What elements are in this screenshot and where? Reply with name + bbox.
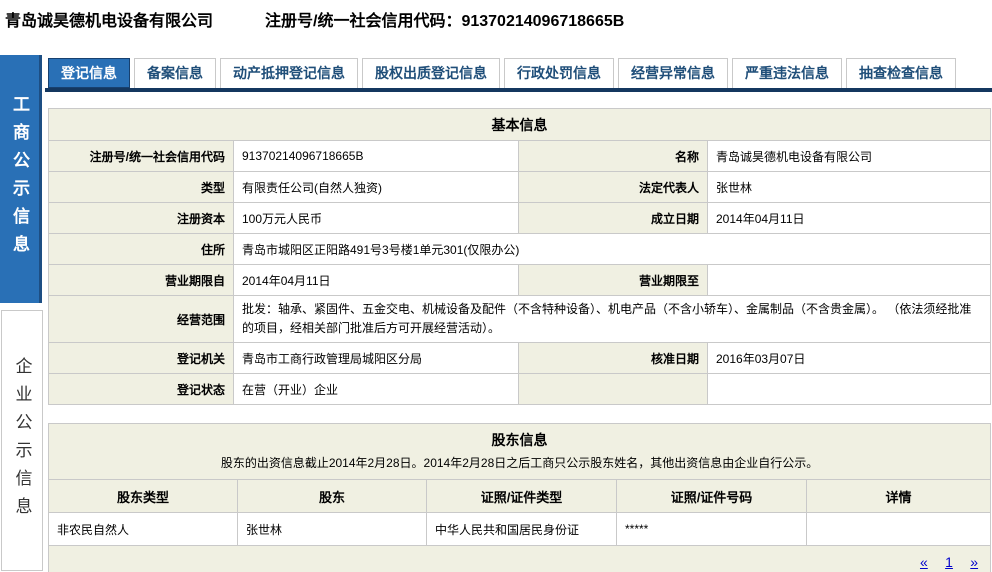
name-label: 名称 — [519, 141, 708, 172]
term-from-value: 2014年04月11日 — [234, 265, 519, 296]
type-value: 有限责任公司(自然人独资) — [234, 172, 519, 203]
shareholder-type-value: 非农民自然人 — [49, 513, 238, 546]
table-row: 非农民自然人 张世林 中华人民共和国居民身份证 ***** — [49, 513, 991, 546]
prev-page-link[interactable]: « — [920, 554, 928, 570]
address-value: 青岛市城阳区正阳路491号3号楼1单元301(仅限办公) — [234, 234, 991, 265]
legal-rep-label: 法定代表人 — [519, 172, 708, 203]
table-row: 经营范围 批发：轴承、紧固件、五金交电、机械设备及配件（不含特种设备）、机电产品… — [49, 296, 991, 343]
term-to-value — [708, 265, 991, 296]
status-value: 在营（开业）企业 — [234, 374, 519, 405]
pagination: « 1 » — [61, 554, 978, 570]
tab-underline — [45, 88, 992, 92]
shareholder-name-value: 张世林 — [238, 513, 427, 546]
approval-date-value: 2016年03月07日 — [708, 343, 991, 374]
sidebar: 工商公示信息 企业公示信息 — [0, 55, 42, 572]
next-page-link[interactable]: » — [970, 554, 978, 570]
table-row: 股东信息 股东的出资信息截止2014年2月28日。2014年2月28日之后工商只… — [49, 424, 991, 480]
tab-serious-violation-info[interactable]: 严重违法信息 — [732, 58, 842, 88]
registration-code: 注册号/统一社会信用代码：91370214096718665B — [265, 7, 624, 31]
shareholder-header: 股东信息 股东的出资信息截止2014年2月28日。2014年2月28日之后工商只… — [49, 424, 991, 480]
main-content: 登记信息 备案信息 动产抵押登记信息 股权出质登记信息 行政处罚信息 经营异常信… — [45, 58, 992, 572]
status-label: 登记状态 — [49, 374, 234, 405]
col-shareholder: 股东 — [238, 480, 427, 513]
page-number-link[interactable]: 1 — [945, 554, 953, 570]
tab-equity-pledge-info[interactable]: 股权出质登记信息 — [362, 58, 500, 88]
pagination-bar: « 1 » — [49, 546, 991, 572]
shareholder-note: 股东的出资信息截止2014年2月28日。2014年2月28日之后工商只公示股东姓… — [57, 454, 982, 471]
reg-capital-value: 100万元人民币 — [234, 203, 519, 234]
reg-no-value: 91370214096718665B — [234, 141, 519, 172]
sidebar-item-enterprise-publicity[interactable]: 企业公示信息 — [1, 310, 43, 571]
term-from-label: 营业期限自 — [49, 265, 234, 296]
tab-filing-info[interactable]: 备案信息 — [134, 58, 216, 88]
col-detail: 详情 — [807, 480, 991, 513]
legal-rep-value: 张世林 — [708, 172, 991, 203]
empty-value-cell — [708, 374, 991, 405]
table-row: 营业期限自 2014年04月11日 营业期限至 — [49, 265, 991, 296]
company-name: 青岛诚昊德机电设备有限公司 — [5, 7, 213, 31]
detail-value — [807, 513, 991, 546]
est-date-label: 成立日期 — [519, 203, 708, 234]
tab-chattel-mortgage-info[interactable]: 动产抵押登记信息 — [220, 58, 358, 88]
empty-label-cell — [519, 374, 708, 405]
basic-info-table: 基本信息 注册号/统一社会信用代码 91370214096718665B 名称 … — [48, 108, 991, 405]
reg-capital-label: 注册资本 — [49, 203, 234, 234]
table-row: 注册资本 100万元人民币 成立日期 2014年04月11日 — [49, 203, 991, 234]
table-row: 股东类型 股东 证照/证件类型 证照/证件号码 详情 — [49, 480, 991, 513]
table-row: 住所 青岛市城阳区正阳路491号3号楼1单元301(仅限办公) — [49, 234, 991, 265]
tab-registration-info[interactable]: 登记信息 — [48, 58, 130, 88]
cert-type-value: 中华人民共和国居民身份证 — [427, 513, 617, 546]
col-cert-type: 证照/证件类型 — [427, 480, 617, 513]
basic-info-title: 基本信息 — [49, 109, 991, 141]
shareholder-table: 股东信息 股东的出资信息截止2014年2月28日。2014年2月28日之后工商只… — [48, 423, 991, 572]
table-row: 基本信息 — [49, 109, 991, 141]
cert-no-value: ***** — [617, 513, 807, 546]
col-cert-no: 证照/证件号码 — [617, 480, 807, 513]
authority-label: 登记机关 — [49, 343, 234, 374]
term-to-label: 营业期限至 — [519, 265, 708, 296]
col-shareholder-type: 股东类型 — [49, 480, 238, 513]
shareholder-title: 股东信息 — [57, 430, 982, 450]
scope-label: 经营范围 — [49, 296, 234, 343]
scope-value: 批发：轴承、紧固件、五金交电、机械设备及配件（不含特种设备）、机电产品（不含小轿… — [234, 296, 991, 343]
address-label: 住所 — [49, 234, 234, 265]
approval-date-label: 核准日期 — [519, 343, 708, 374]
tab-operation-abnormal-info[interactable]: 经营异常信息 — [618, 58, 728, 88]
table-row: « 1 » — [49, 546, 991, 572]
tab-administrative-penalty-info[interactable]: 行政处罚信息 — [504, 58, 614, 88]
tab-spot-check-info[interactable]: 抽查检查信息 — [846, 58, 956, 88]
name-value: 青岛诚昊德机电设备有限公司 — [708, 141, 991, 172]
page-header: 青岛诚昊德机电设备有限公司 注册号/统一社会信用代码：9137021409671… — [5, 7, 992, 31]
authority-value: 青岛市工商行政管理局城阳区分局 — [234, 343, 519, 374]
sidebar-item-business-publicity[interactable]: 工商公示信息 — [0, 55, 42, 303]
est-date-value: 2014年04月11日 — [708, 203, 991, 234]
reg-no-label: 注册号/统一社会信用代码 — [49, 141, 234, 172]
table-row: 注册号/统一社会信用代码 91370214096718665B 名称 青岛诚昊德… — [49, 141, 991, 172]
table-row: 登记机关 青岛市工商行政管理局城阳区分局 核准日期 2016年03月07日 — [49, 343, 991, 374]
table-row: 类型 有限责任公司(自然人独资) 法定代表人 张世林 — [49, 172, 991, 203]
table-row: 登记状态 在营（开业）企业 — [49, 374, 991, 405]
type-label: 类型 — [49, 172, 234, 203]
tab-bar: 登记信息 备案信息 动产抵押登记信息 股权出质登记信息 行政处罚信息 经营异常信… — [45, 58, 992, 88]
